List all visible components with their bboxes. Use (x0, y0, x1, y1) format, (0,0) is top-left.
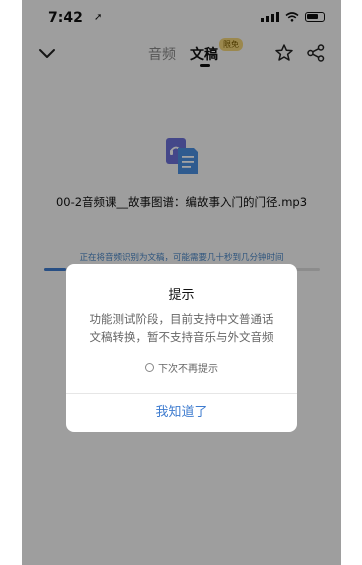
tip-dialog: 提示 功能测试阶段，目前支持中文普通话 文稿转换，暂不支持音乐与外文音频 下次不… (66, 264, 297, 432)
dialog-message: 功能测试阶段，目前支持中文普通话 文稿转换，暂不支持音乐与外文音频 (66, 310, 297, 346)
phone-screen: 7:42 ➚ 音频 文稿 限免 00-2音频课__故事图谱：编故事入门的门径.m… (22, 0, 341, 565)
dialog-message-line-2: 文稿转换，暂不支持音乐与外文音频 (89, 330, 274, 344)
dont-show-again-option[interactable]: 下次不再提示 (66, 360, 297, 375)
dialog-message-line-1: 功能测试阶段，目前支持中文普通话 (89, 312, 274, 326)
confirm-button[interactable]: 我知道了 (66, 393, 297, 432)
dont-show-again-label: 下次不再提示 (158, 364, 218, 375)
dialog-title: 提示 (168, 288, 195, 303)
radio-circle-icon[interactable] (145, 363, 154, 372)
